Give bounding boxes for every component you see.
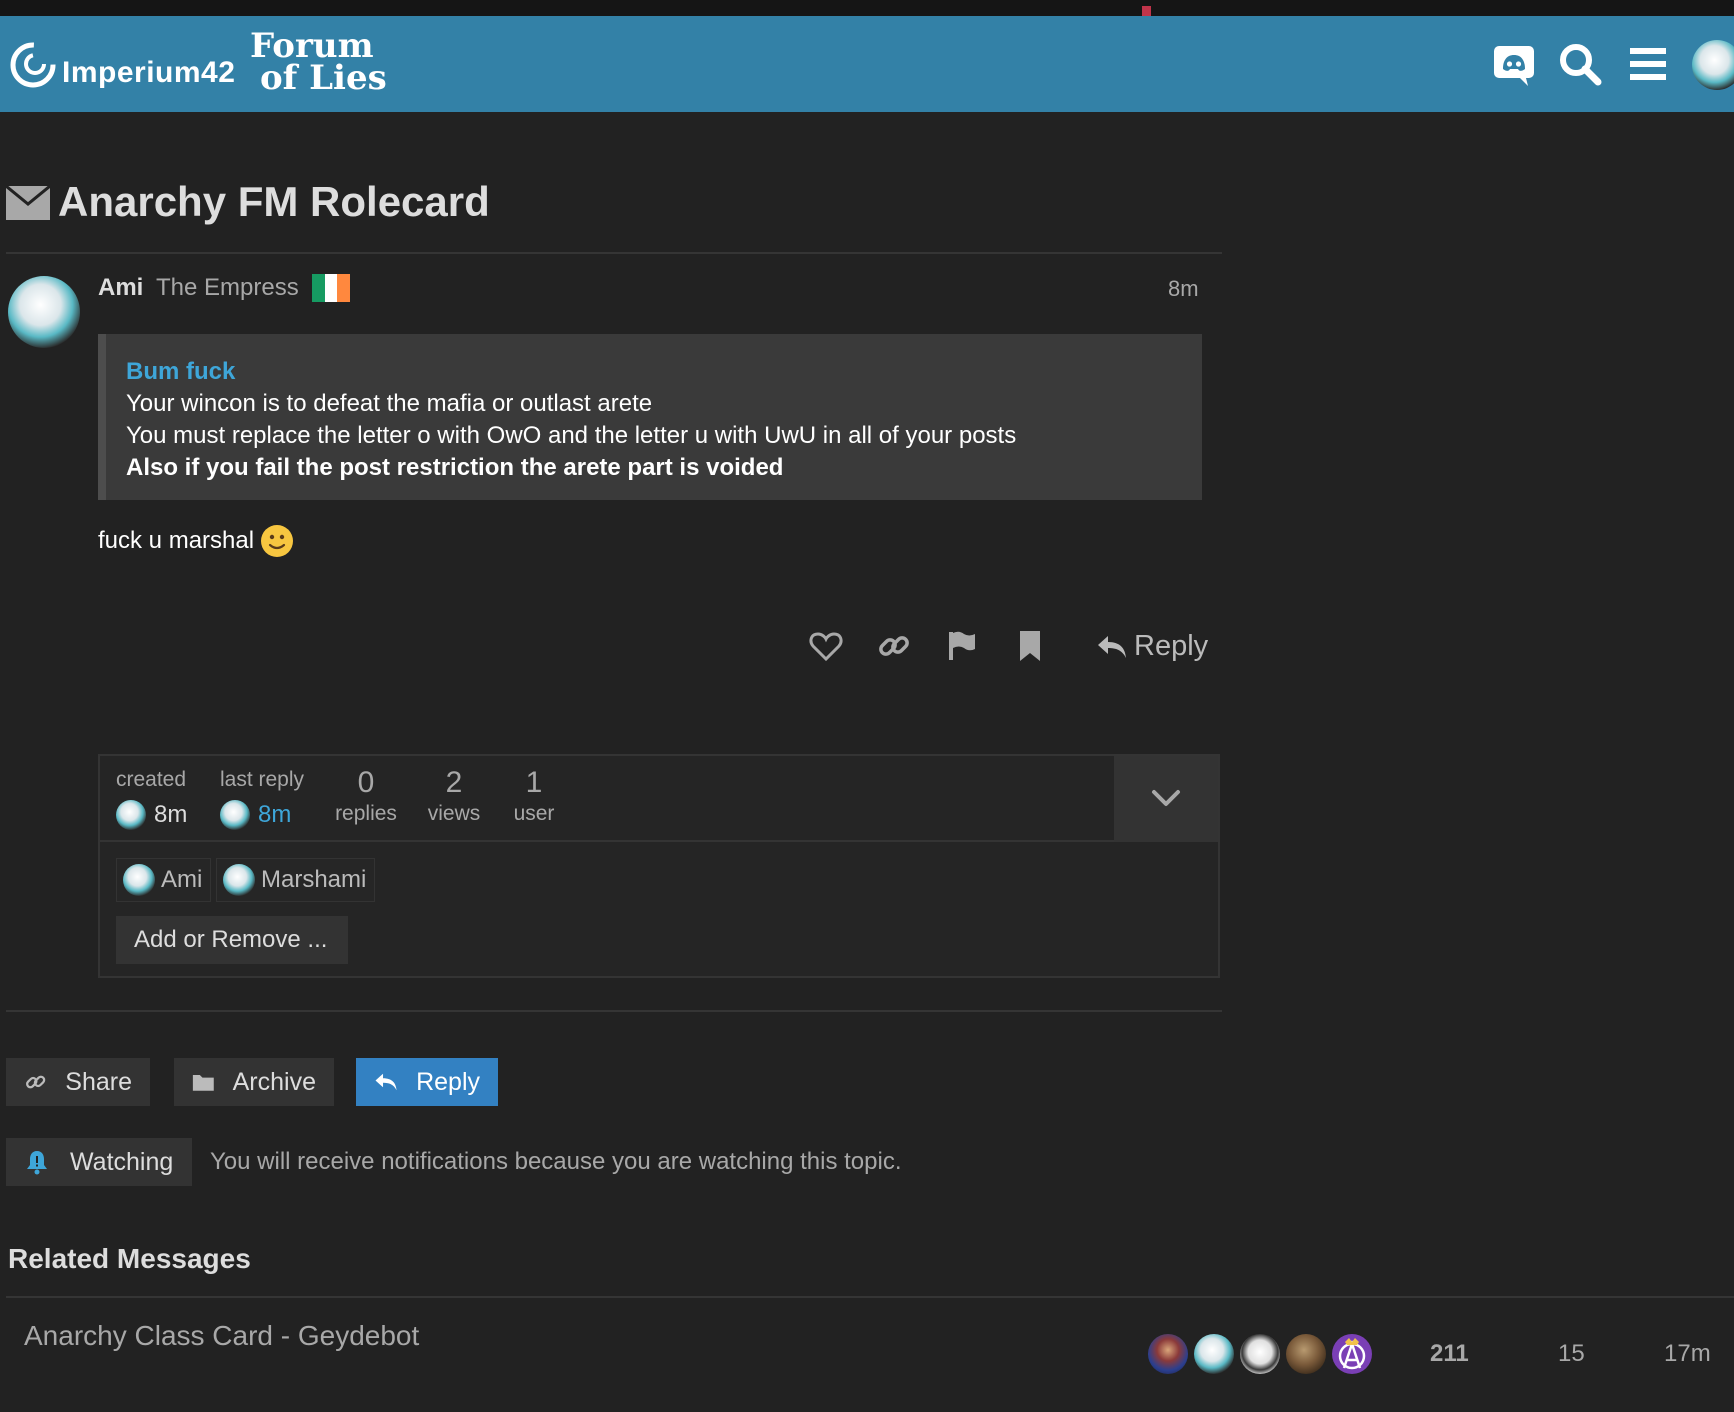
poster-avatar-anarchy[interactable]: [1332, 1334, 1372, 1374]
created-avatar: [116, 800, 146, 830]
archive-button[interactable]: Archive: [174, 1058, 334, 1106]
footer-reply-label: Reply: [416, 1067, 480, 1096]
topic-map-expand-button[interactable]: [1114, 756, 1218, 842]
post-reply-label: Reply: [1134, 630, 1209, 662]
last-reply-value[interactable]: 8m: [220, 800, 291, 830]
topic-map-summary: created 8m last reply 8m 0 replies 2 vie…: [100, 756, 1114, 842]
participant-name: Ami: [161, 866, 203, 893]
folder-icon: [192, 1075, 214, 1091]
post-user-title: The Empress: [156, 274, 299, 301]
related-topic-activity[interactable]: 17m: [1664, 1340, 1711, 1368]
created-time: 8m: [154, 801, 188, 828]
post-quote: Bum fuck Your wincon is to defeat the ma…: [98, 334, 1202, 500]
participant-chip-marshami[interactable]: Marshami: [216, 858, 376, 902]
discord-icon[interactable]: [1490, 40, 1538, 88]
poster-avatar[interactable]: [1148, 1334, 1188, 1374]
link-icon: [26, 1075, 46, 1089]
post-time[interactable]: 8m: [1168, 276, 1199, 302]
smiley-emoji-icon: [261, 525, 294, 557]
imperium42-logo-icon[interactable]: [8, 40, 58, 90]
post-author-avatar[interactable]: [8, 276, 80, 348]
views-label: views: [427, 802, 481, 825]
participant-name: Marshami: [261, 866, 367, 893]
notification-level-button[interactable]: Watching: [6, 1138, 192, 1186]
users-count: 1: [525, 766, 543, 799]
related-topic-link[interactable]: Anarchy Class Card - Geydebot: [24, 1320, 419, 1352]
poster-avatar[interactable]: [1286, 1334, 1326, 1374]
related-divider: [6, 1296, 1734, 1298]
participant-avatar: [223, 864, 255, 896]
reply-icon: [375, 1073, 397, 1091]
quote-title: Bum fuck: [126, 358, 236, 385]
search-icon[interactable]: [1556, 40, 1604, 88]
flag-icon[interactable]: [944, 628, 980, 664]
share-label: Share: [65, 1067, 132, 1096]
browser-top-strip: [0, 0, 1734, 16]
ireland-flag-icon: [312, 274, 351, 302]
post-username[interactable]: Ami: [98, 274, 143, 302]
chevron-down-icon: [1152, 790, 1180, 806]
last-reply-time: 8m: [258, 801, 292, 828]
poster-avatar[interactable]: [1240, 1334, 1280, 1374]
users-label: user: [513, 802, 555, 825]
hamburger-menu-icon[interactable]: [1624, 40, 1672, 88]
top-strip-marker: [1142, 6, 1151, 16]
related-topic-posts: 211: [1430, 1340, 1469, 1367]
last-reply-avatar: [220, 800, 250, 830]
add-or-remove-button[interactable]: Add or Remove ...: [116, 916, 348, 964]
poster-avatar[interactable]: [1194, 1334, 1234, 1374]
site-header: Imperium42 Forum of Lies: [0, 16, 1734, 112]
title-divider: [6, 252, 1222, 254]
created-value[interactable]: 8m: [116, 800, 187, 830]
heart-icon[interactable]: [808, 628, 844, 664]
participant-avatar: [123, 864, 155, 896]
footer-reply-button[interactable]: Reply: [356, 1058, 498, 1106]
participant-chip-ami[interactable]: Ami: [116, 858, 212, 902]
envelope-icon: [6, 186, 50, 220]
post-body: fuck u marshal: [98, 524, 294, 558]
notification-reason-text: You will receive notifications because y…: [210, 1148, 902, 1175]
topic-title[interactable]: Anarchy FM Rolecard: [58, 178, 490, 226]
topic-map: created 8m last reply 8m 0 replies 2 vie…: [98, 754, 1220, 978]
share-button[interactable]: Share: [6, 1058, 150, 1106]
quote-line-1: Your wincon is to defeat the mafia or ou…: [126, 390, 653, 417]
last-reply-label: last reply: [220, 768, 305, 791]
created-label: created: [116, 768, 187, 791]
anarchy-symbol-icon: [1338, 1338, 1366, 1370]
quote-line-3: Also if you fail the post restriction th…: [126, 454, 784, 481]
reply-icon: [1098, 635, 1126, 658]
replies-label: replies: [335, 802, 397, 825]
quote-line-2: You must replace the letter o with OwO a…: [126, 422, 1017, 449]
related-topic-views: 15: [1558, 1340, 1585, 1367]
bell-icon: [27, 1151, 47, 1175]
site-name[interactable]: Imperium42: [62, 56, 235, 90]
link-icon[interactable]: [876, 628, 912, 664]
replies-count: 0: [357, 766, 375, 799]
post-reply-button[interactable]: Reply: [1096, 630, 1208, 663]
post-body-text: fuck u marshal: [98, 527, 255, 554]
current-user-avatar[interactable]: [1692, 40, 1734, 90]
forum-logo-line2: of Lies: [260, 58, 387, 98]
related-messages-heading: Related Messages: [8, 1243, 251, 1274]
notification-level-label: Watching: [70, 1147, 174, 1176]
archive-label: Archive: [232, 1067, 316, 1096]
forum-of-lies-logo[interactable]: Forum of Lies: [250, 29, 387, 98]
footer-divider: [6, 1010, 1222, 1012]
bookmark-icon[interactable]: [1012, 628, 1048, 664]
views-count: 2: [445, 766, 463, 799]
